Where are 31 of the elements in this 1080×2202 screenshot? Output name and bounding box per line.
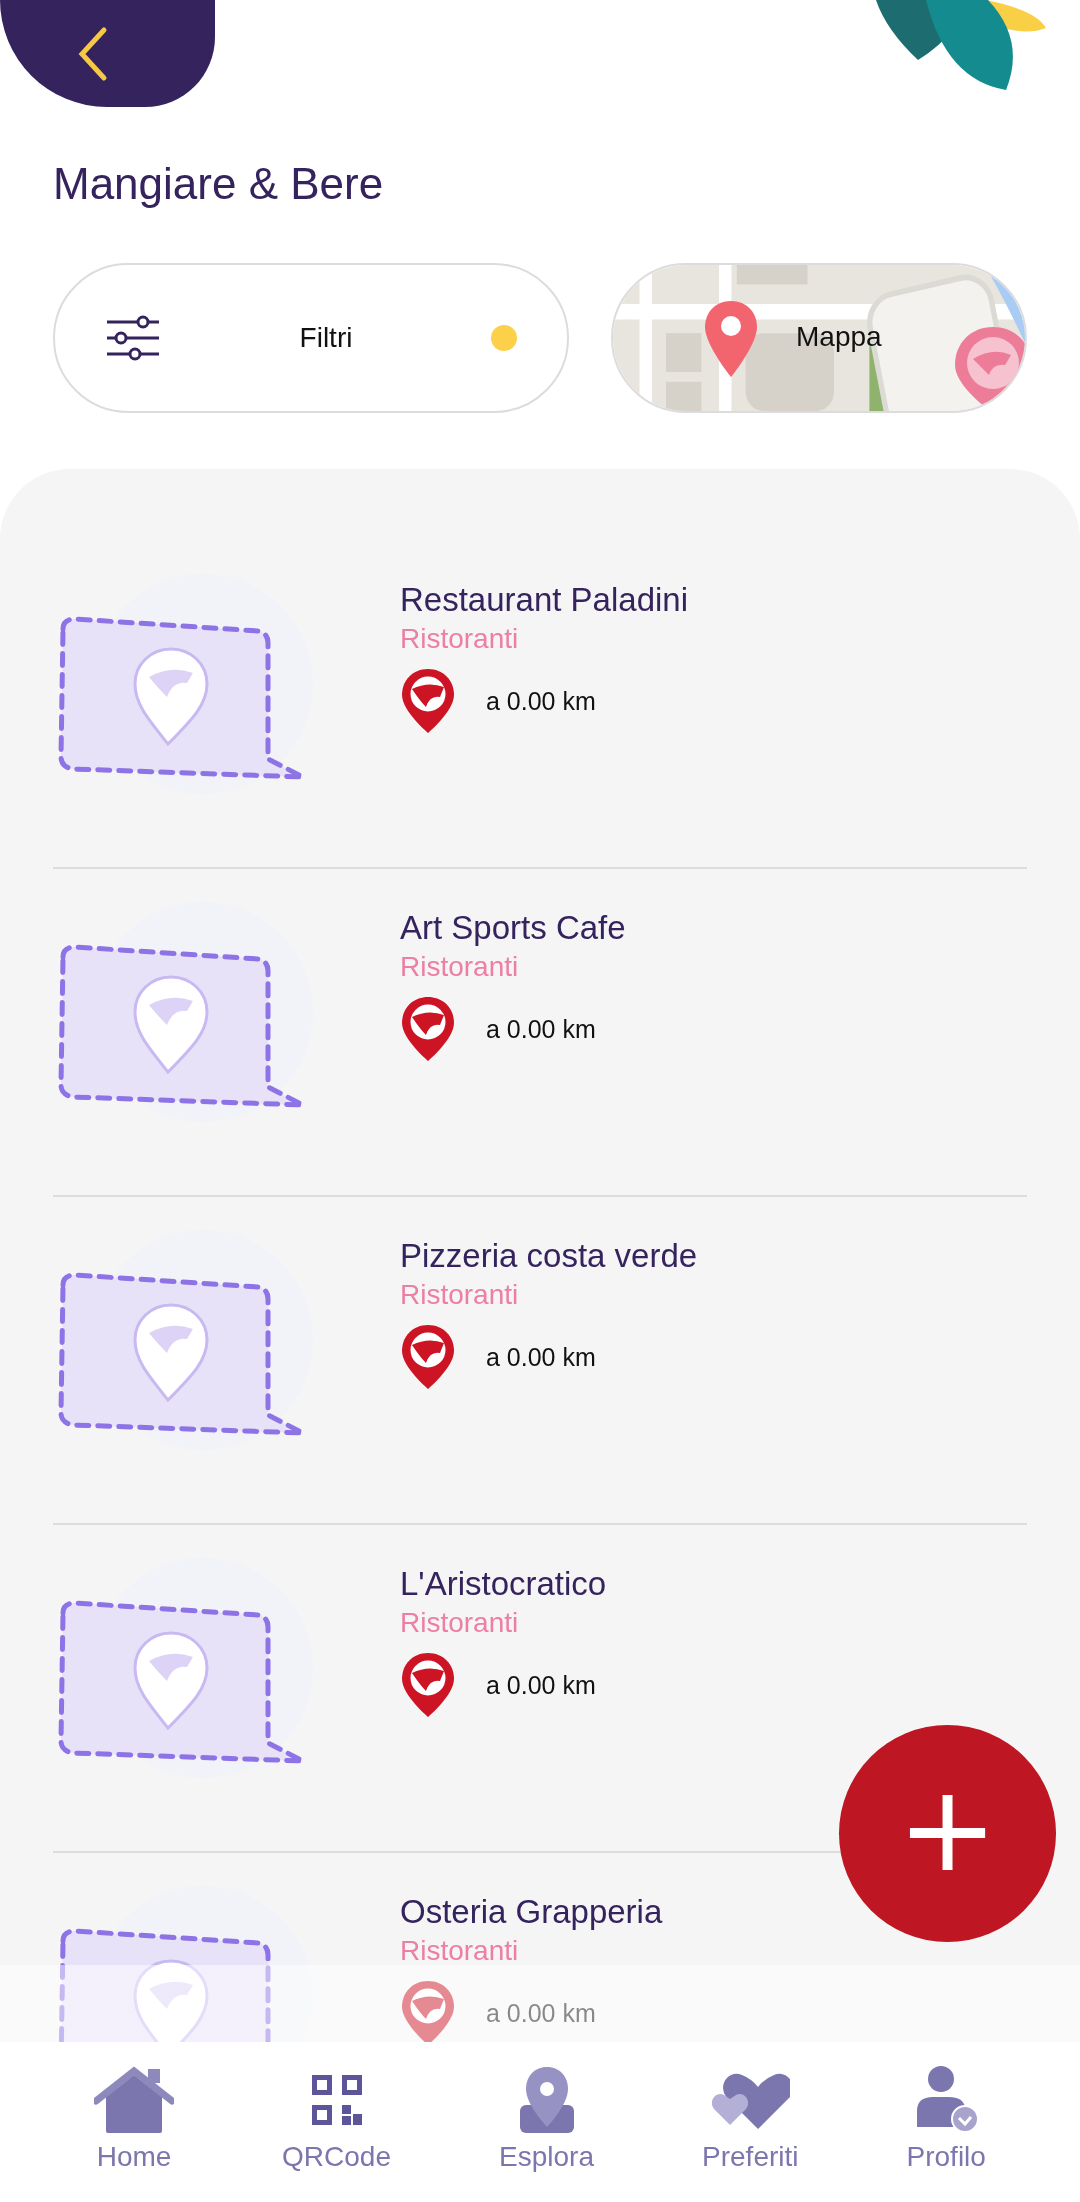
sliders-icon [105, 314, 161, 362]
place-category: Ristoranti [400, 1607, 520, 1639]
home-icon [94, 2064, 174, 2135]
pin-logo-icon [400, 667, 456, 735]
distance-text: a 0.00 km [486, 1670, 596, 1700]
back-button[interactable] [0, 0, 215, 107]
nav-tab[interactable]: QRCode [282, 2064, 391, 2173]
map-button[interactable]: Mappa [611, 263, 1027, 413]
distance-text: a 0.00 km [486, 686, 596, 716]
nav-tab[interactable]: Esplora [499, 2064, 594, 2173]
place-name[interactable]: Osteria Grapperia [400, 1893, 663, 1931]
place-name[interactable]: L'Aristocratico [400, 1565, 607, 1603]
place-category: Ristoranti [400, 1935, 520, 1967]
nav-tab[interactable]: Profilo [906, 2064, 986, 2173]
nav-tab[interactable]: Home [94, 2064, 174, 2173]
place-category: Ristoranti [400, 1279, 520, 1311]
place-name[interactable]: Pizzeria costa verde [400, 1237, 698, 1275]
pin-logo-icon [400, 1651, 456, 1719]
pin-logo-icon [400, 1323, 456, 1391]
map-pin-icon [703, 299, 759, 379]
distance-text: a 0.00 km [486, 1342, 596, 1372]
filter-button[interactable]: Filtri [53, 263, 569, 413]
place-category: Ristoranti [400, 623, 520, 655]
place-name[interactable]: Art Sports Cafe [400, 909, 626, 947]
place-name[interactable]: Restaurant Paladini [400, 581, 688, 619]
page-title: Mangiare & Bere [53, 159, 385, 209]
place-category: Ristoranti [400, 951, 520, 983]
pin-logo-icon [400, 995, 456, 1063]
distance-text: a 0.00 km [486, 1998, 596, 2028]
nav-tab[interactable]: Preferiti [702, 2064, 799, 2173]
distance-text: a 0.00 km [486, 1014, 596, 1044]
